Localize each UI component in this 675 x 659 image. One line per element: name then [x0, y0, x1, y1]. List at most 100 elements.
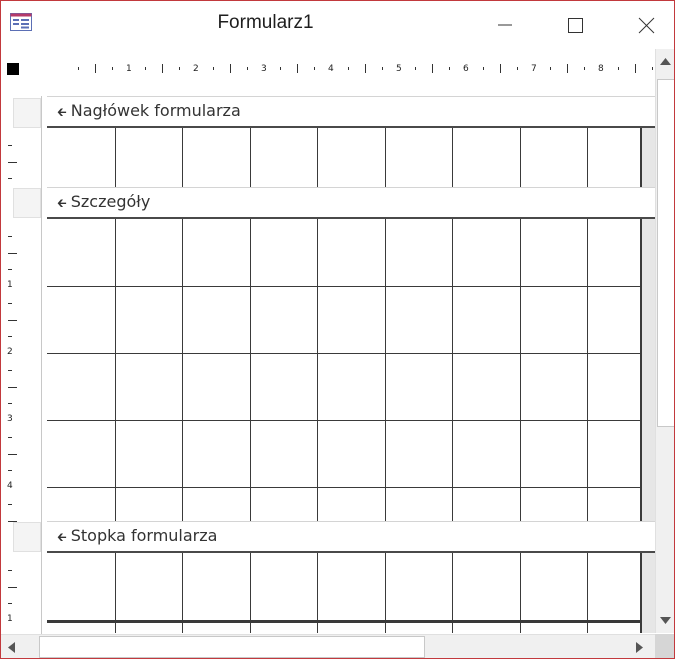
ruler-tick	[8, 236, 12, 237]
grid-line	[182, 128, 183, 187]
ruler-tick	[432, 64, 433, 73]
ruler-tick	[8, 370, 12, 371]
grid-line	[520, 219, 521, 521]
grid-line	[182, 219, 183, 521]
grid-line	[47, 621, 640, 623]
section-detail-text: Szczegóły	[70, 192, 151, 211]
ruler-tick	[618, 67, 619, 70]
grid-line	[317, 128, 318, 187]
ruler-tick	[483, 67, 484, 70]
header-design-grid[interactable]	[47, 128, 642, 187]
ruler-tick	[365, 64, 366, 73]
ruler-tick	[145, 67, 146, 70]
ruler-tick	[8, 587, 17, 588]
minimize-button[interactable]	[479, 1, 529, 49]
scroll-left-icon[interactable]	[7, 641, 17, 654]
scroll-right-icon[interactable]	[634, 641, 644, 654]
scroll-down-icon[interactable]	[659, 615, 672, 625]
footer-design-grid[interactable]	[47, 553, 642, 633]
section-bar-header[interactable]: 🡰 Nagłówek formularza	[47, 96, 655, 128]
form-design-window: Formularz1 12345678 12341 🡰 Nagłówek form…	[0, 0, 675, 659]
ruler-tick	[8, 178, 12, 179]
grid-line	[47, 487, 640, 488]
ruler-tick	[95, 64, 96, 73]
section-header-text: Nagłówek formularza	[70, 101, 241, 120]
scroll-up-icon[interactable]	[659, 57, 672, 67]
ruler-number: 1	[7, 280, 13, 290]
ruler-number: 8	[598, 64, 604, 74]
grid-line	[250, 219, 251, 521]
header-section-selector[interactable]	[13, 98, 41, 128]
detail-design-grid[interactable]	[47, 219, 642, 521]
section-arrow-icon: 🡰	[57, 196, 67, 210]
ruler-number: 4	[7, 481, 13, 491]
ruler-number: 1	[7, 614, 13, 624]
grid-line	[587, 128, 588, 187]
ruler-tick	[8, 253, 17, 254]
detail-section-selector[interactable]	[13, 188, 41, 218]
close-button[interactable]	[621, 1, 671, 49]
ruler-tick	[162, 64, 163, 73]
ruler-number: 7	[531, 64, 537, 74]
grid-line	[452, 219, 453, 521]
close-icon	[638, 17, 655, 34]
grid-line	[587, 219, 588, 521]
ruler-number: 2	[7, 347, 13, 357]
maximize-icon	[568, 18, 583, 33]
ruler-tick	[8, 320, 17, 321]
vertical-scroll-thumb[interactable]	[657, 79, 674, 427]
grid-line	[47, 286, 640, 287]
ruler-tick	[247, 67, 248, 70]
ruler-tick	[8, 504, 12, 505]
ruler-tick	[550, 67, 551, 70]
minimize-icon	[498, 24, 512, 26]
ruler-number: 5	[396, 64, 402, 74]
ruler-tick	[8, 387, 17, 388]
ruler-tick	[314, 67, 315, 70]
ruler-tick	[652, 67, 653, 70]
vertical-ruler[interactable]: 1 2 3 4 1	[1, 96, 41, 634]
title-bar[interactable]: Formularz1	[1, 1, 674, 49]
form-selector[interactable]	[7, 63, 19, 75]
grid-line	[115, 219, 116, 521]
ruler-tick	[567, 64, 568, 73]
ruler-number: 6	[463, 64, 469, 74]
section-bar-footer[interactable]: 🡰 Stopka formularza	[47, 521, 655, 553]
grid-line	[385, 219, 386, 521]
ruler-tick	[8, 470, 12, 471]
vertical-scrollbar[interactable]	[655, 49, 674, 633]
grid-line	[47, 420, 640, 421]
grid-edge	[642, 219, 655, 521]
ruler-tick	[297, 64, 298, 73]
grid-line	[47, 353, 640, 354]
ruler-number: 2	[193, 64, 199, 74]
footer-section-selector[interactable]	[13, 522, 41, 552]
horizontal-scrollbar[interactable]	[1, 634, 655, 658]
section-label-header: 🡰 Nagłówek formularza	[57, 101, 241, 124]
horizontal-ruler[interactable]: 1 2 3 4 5 6 7 8	[47, 55, 655, 83]
ruler-tick	[382, 67, 383, 70]
ruler-tick	[179, 67, 180, 70]
section-footer-text: Stopka formularza	[70, 526, 218, 545]
horizontal-scroll-thumb[interactable]	[39, 636, 425, 658]
grid-edge	[642, 553, 655, 633]
ruler-divider	[41, 96, 42, 634]
ruler-tick	[230, 64, 231, 73]
ruler-tick	[8, 603, 12, 604]
grid-line	[385, 128, 386, 187]
ruler-tick	[8, 162, 17, 163]
section-label-footer: 🡰 Stopka formularza	[57, 526, 217, 549]
ruler-tick	[8, 437, 12, 438]
maximize-button[interactable]	[550, 1, 600, 49]
section-label-detail: 🡰 Szczegóły	[57, 192, 150, 215]
section-bar-detail[interactable]: 🡰 Szczegóły	[47, 187, 655, 219]
ruler-tick	[8, 403, 12, 404]
ruler-tick	[280, 67, 281, 70]
window-title: Formularz1	[217, 12, 314, 33]
ruler-tick	[213, 67, 214, 70]
ruler-tick	[8, 454, 17, 455]
grid-line	[250, 128, 251, 187]
ruler-tick	[8, 570, 12, 571]
ruler-tick	[8, 303, 12, 304]
ruler-number: 3	[261, 64, 267, 74]
